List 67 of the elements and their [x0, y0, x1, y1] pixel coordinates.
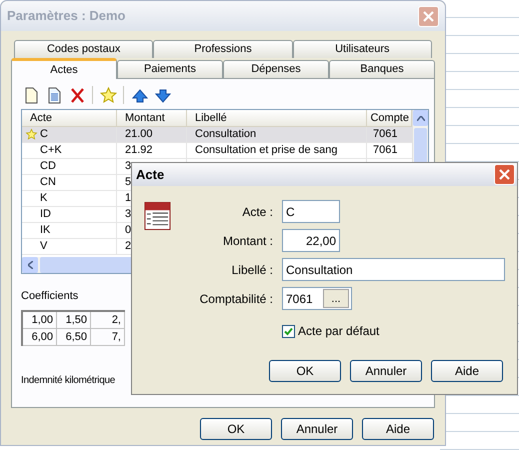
table-cell: C+K [40, 143, 62, 158]
browse-button[interactable]: ... [323, 289, 349, 308]
dialog-button[interactable]: Aide [431, 360, 503, 382]
grid-cell: 6,00 [32, 330, 53, 342]
table-cell: 2 [125, 240, 132, 252]
dialog-title: Acte [136, 166, 164, 184]
table-row[interactable]: C+K 21.92 Consultation et prise de sang 7061 [22, 143, 412, 159]
input-field[interactable]: C [282, 200, 340, 223]
form-icon [144, 201, 171, 231]
star-button[interactable] [98, 85, 118, 105]
field-label: Libellé : [230, 262, 273, 278]
table-cell: Consultation [195, 128, 256, 140]
grid-cell: 7, [112, 330, 121, 342]
table-cell: 21.00 [125, 128, 153, 140]
table-cell: 7061 [373, 144, 398, 156]
dialog-button[interactable]: Aide [362, 418, 434, 440]
table-cell: ID [40, 207, 51, 222]
tab[interactable]: Banques [329, 60, 435, 78]
table-cell: IK [40, 223, 50, 238]
column-header[interactable]: Montant [117, 110, 187, 126]
grid-cell: 2, [112, 314, 121, 326]
up-caret-icon [416, 116, 424, 120]
table-cell: 3 [125, 160, 132, 172]
table-cell: K [40, 191, 48, 206]
window-title: Paramètres : Demo [7, 7, 126, 26]
close-icon [499, 169, 510, 180]
tab[interactable]: Paiements [117, 60, 223, 78]
table-cell: 5 [125, 176, 132, 188]
grid-cell: 1,00 [32, 314, 53, 326]
table-cell: 7061 [373, 128, 398, 140]
table-cell: 3 [125, 208, 132, 220]
table-cell: C [40, 127, 48, 142]
column-header[interactable]: Libellé [187, 110, 367, 126]
dialog-button[interactable]: Annuler [281, 418, 353, 440]
section-label: Coefficients [21, 289, 78, 304]
checkbox[interactable] [282, 324, 295, 338]
checkbox-label: Acte par défaut [298, 323, 380, 340]
star-icon [98, 86, 118, 104]
dialog-button[interactable]: Annuler [350, 360, 422, 382]
input-field[interactable]: Consultation [282, 258, 505, 281]
table-cell: 0 [125, 224, 132, 236]
input-field[interactable]: 22,00 [282, 229, 340, 252]
tab[interactable]: Codes postaux [14, 40, 154, 58]
table-row[interactable]: C 21.00 Consultation 7061 [22, 127, 412, 143]
dialog-button[interactable]: OK [200, 418, 272, 440]
close-button[interactable] [494, 164, 515, 185]
table-cell: 1 [125, 192, 132, 204]
table-cell: CN [40, 175, 56, 190]
table-cell: 21.92 [125, 144, 153, 156]
field-label: Acte : [241, 204, 273, 220]
table-cell: Consultation et prise de sang [195, 144, 338, 156]
grid-cell: 6,50 [66, 330, 87, 342]
dialog-button[interactable]: OK [269, 360, 341, 382]
tab[interactable]: Dépenses [223, 60, 329, 78]
column-header[interactable]: Acte [22, 110, 117, 126]
tab[interactable]: Utilisateurs [292, 40, 432, 58]
field-label: Montant : [222, 232, 273, 250]
account-field[interactable]: 7061 ... [282, 287, 352, 310]
table-cell: CD [40, 159, 56, 174]
tab[interactable]: Professions [153, 40, 293, 58]
left-caret-icon [28, 261, 32, 269]
close-icon [423, 10, 434, 22]
mileage-label: Indemnité kilométrique [21, 374, 116, 388]
grid-cell: 1,50 [66, 314, 87, 326]
tab[interactable]: Actes [11, 58, 117, 79]
field-label: Comptabilité : [198, 290, 273, 308]
table-cell: V [40, 239, 48, 254]
